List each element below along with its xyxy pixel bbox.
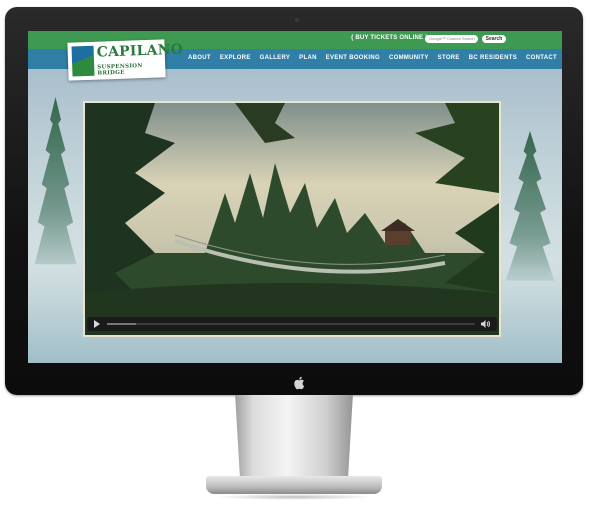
logo-name: CAPILANO (96, 41, 184, 61)
stand-shadow (214, 494, 374, 500)
nav-item-store[interactable]: STORE (438, 55, 460, 61)
apple-logo-icon (291, 376, 307, 392)
video-player[interactable] (83, 101, 501, 337)
buy-tickets-link[interactable]: { BUY TICKETS ONLINE } (351, 35, 428, 41)
monitor-stand-base (206, 476, 382, 494)
site-logo[interactable]: CAPILANO SUSPENSION BRIDGE (67, 39, 183, 81)
video-controls (87, 317, 497, 331)
nav-item-gallery[interactable]: GALLERY (260, 55, 291, 61)
nav-item-community[interactable]: COMMUNITY (389, 55, 429, 61)
video-progress (107, 323, 137, 325)
logo-mark-icon (71, 45, 95, 77)
background-tree (34, 97, 77, 265)
search-input[interactable]: Google™ Custom Search (425, 35, 478, 43)
nav-item-about[interactable]: ABOUT (188, 55, 211, 61)
search-button[interactable]: Search (482, 35, 506, 43)
logo-subtitle: SUSPENSION BRIDGE (97, 63, 143, 77)
play-icon[interactable] (94, 320, 100, 328)
monitor-stand (235, 395, 353, 483)
video-seek-bar[interactable] (107, 323, 475, 325)
video-frame (85, 103, 499, 335)
nav-item-explore[interactable]: EXPLORE (220, 55, 251, 61)
main-nav: ABOUT EXPLORE GALLERY PLAN EVENT BOOKING… (188, 55, 557, 61)
nav-item-contact[interactable]: CONTACT (526, 55, 557, 61)
nav-item-bc-residents[interactable]: BC RESIDENTS (469, 55, 517, 61)
nav-item-event-booking[interactable]: EVENT BOOKING (326, 55, 380, 61)
camera-icon (295, 18, 299, 22)
volume-icon[interactable] (481, 320, 491, 328)
nav-item-plan[interactable]: PLAN (299, 55, 317, 61)
website-screen: { BUY TICKETS ONLINE } Google™ Custom Se… (28, 31, 562, 363)
search-placeholder: Google™ Custom Search (429, 36, 475, 41)
